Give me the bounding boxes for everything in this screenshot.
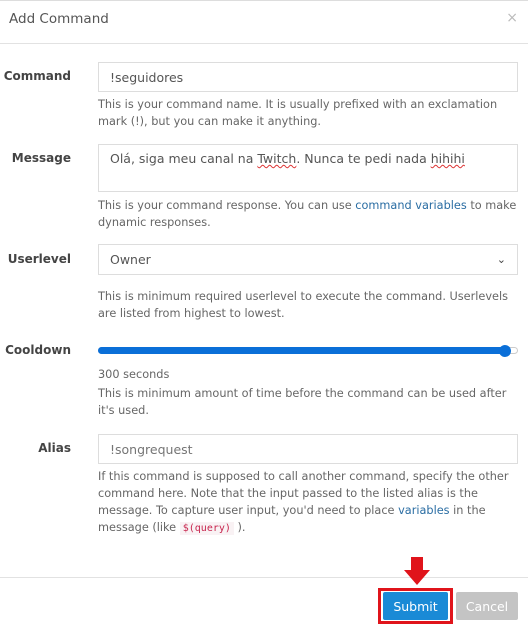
cooldown-label: Cooldown [5, 343, 71, 357]
command-input[interactable]: !seguidores [98, 62, 518, 92]
variables-link[interactable]: variables [398, 504, 449, 517]
cancel-button[interactable]: Cancel [456, 592, 518, 620]
close-icon[interactable]: × [506, 10, 518, 26]
userlevel-value: Owner [110, 252, 151, 267]
userlevel-help: This is minimum required userlevel to ex… [98, 290, 509, 320]
message-label: Message [11, 151, 71, 165]
message-textarea[interactable]: Olá, siga meu canal na Twitch. Nunca te … [98, 144, 518, 192]
cooldown-value: 300 seconds [98, 368, 170, 381]
command-help: This is your command name. It is usually… [98, 98, 498, 128]
message-text: Olá, siga meu canal na Twitch. Nunca te … [110, 151, 465, 166]
chevron-down-icon: ⌄ [496, 253, 506, 266]
message-help: This is your command response. You can u… [98, 199, 517, 229]
slider-thumb[interactable] [499, 345, 512, 357]
submit-button[interactable]: Submit [383, 592, 448, 620]
footer-divider [0, 577, 528, 578]
cooldown-help: This is minimum amount of time before th… [98, 387, 507, 417]
alias-input[interactable] [98, 434, 518, 464]
command-variables-link[interactable]: command variables [355, 199, 466, 212]
userlevel-label: Userlevel [7, 252, 71, 266]
modal-title: Add Command [9, 11, 109, 27]
query-code: $(query) [179, 522, 234, 535]
slider-fill [98, 347, 506, 354]
top-border [0, 0, 528, 1]
alias-label: Alias [38, 441, 71, 455]
alias-help: If this command is supposed to call anot… [98, 470, 509, 535]
command-label: Command [3, 69, 71, 83]
userlevel-select[interactable]: Owner ⌄ [98, 244, 518, 275]
red-arrow-icon [404, 557, 430, 585]
cooldown-slider[interactable] [98, 345, 518, 357]
header-divider [0, 43, 528, 44]
